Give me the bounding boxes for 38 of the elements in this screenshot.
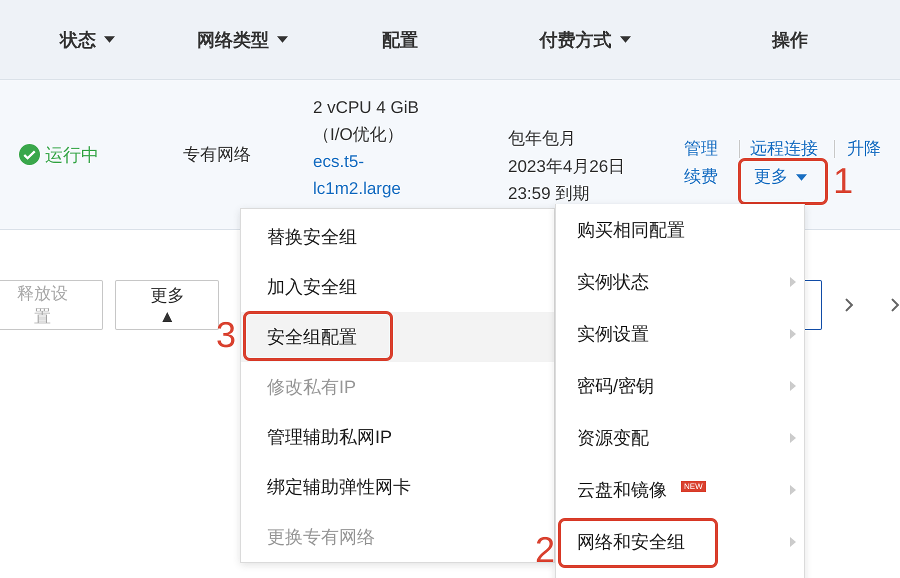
menu-item[interactable]: 实例状态	[556, 256, 804, 308]
remote-connect-link[interactable]: 远程连接	[750, 135, 818, 163]
new-badge: NEW	[681, 480, 706, 492]
menu-item-label: 实例设置	[577, 323, 649, 346]
column-header: 网络类型	[197, 28, 269, 52]
menu-item[interactable]: 资源变配	[556, 412, 804, 464]
config-spec: 2 vCPU 4 GiB	[313, 97, 420, 119]
menu-item[interactable]: 实例设置	[556, 308, 804, 360]
menu-item-label: 网络和安全组	[577, 531, 685, 554]
menu-item[interactable]: 加入安全组	[241, 262, 554, 312]
column-header: 操作	[772, 28, 808, 52]
instance-type-link[interactable]: ecs.t5-lc1m2.large	[313, 148, 413, 202]
more-link[interactable]: 更多	[750, 163, 818, 191]
menu-item-label: 资源变配	[577, 427, 649, 450]
step-number: 2	[535, 532, 556, 568]
menu-item[interactable]: 安全组配置	[241, 312, 554, 362]
config-io: （I/O优化）	[313, 124, 405, 146]
menu-item[interactable]: 替换安全组	[241, 212, 554, 262]
resize-link[interactable]: 升降	[847, 135, 882, 163]
menu-item[interactable]: 购买相同配置	[556, 204, 804, 256]
column-header: 付费方式	[540, 28, 612, 52]
expiry-date: 2023年4月26日 23:59 到期	[508, 156, 626, 205]
column-header: 配置	[382, 28, 418, 52]
menu-item-label: 密码/密钥	[577, 375, 654, 398]
network-type: 专有网络	[183, 145, 251, 164]
renew-link[interactable]: 管理续费	[684, 135, 724, 191]
step-number: 1	[833, 163, 854, 199]
column-header: 状态	[60, 28, 96, 52]
menu-item[interactable]: 密码/密钥	[556, 360, 804, 412]
menu-item-label: 云盘和镜像	[577, 479, 667, 502]
menu-item[interactable]: 管理辅助私网IP	[241, 412, 554, 462]
menu-item-label: 实例状态	[577, 271, 649, 294]
menu-item[interactable]: 绑定辅助弹性网卡	[241, 462, 554, 512]
payment-type: 包年包月	[508, 128, 577, 150]
menu-item-label: 购买相同配置	[577, 219, 685, 242]
menu-item[interactable]: 网络和安全组	[556, 516, 804, 568]
status-text: 运行中	[45, 144, 99, 166]
menu-item[interactable]: 云盘和镜像 NEW	[556, 464, 804, 516]
